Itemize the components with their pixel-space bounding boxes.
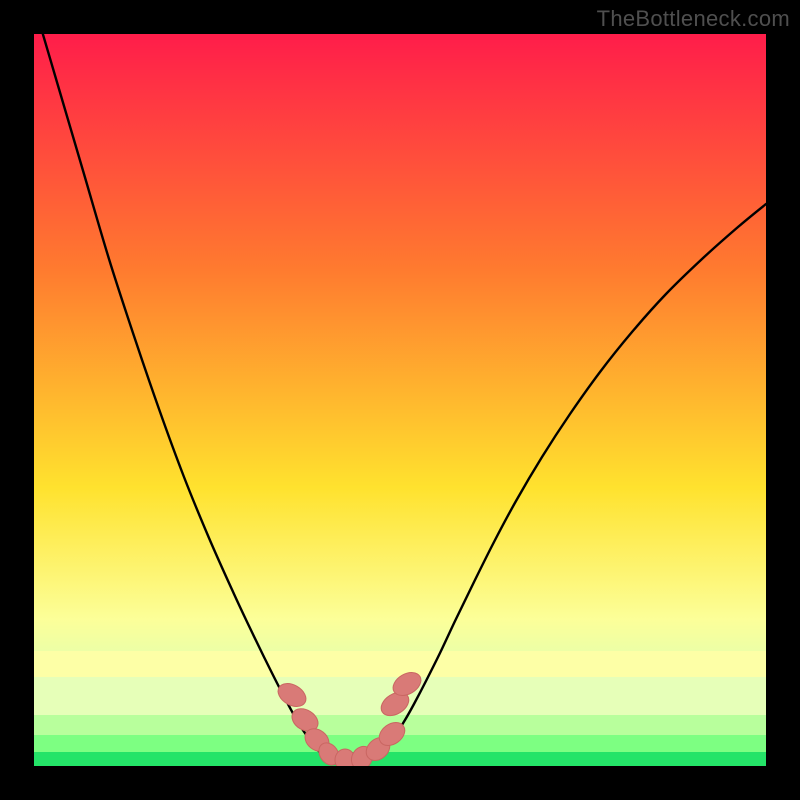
chart-frame: TheBottleneck.com xyxy=(0,0,800,800)
yellow-highlight-band xyxy=(34,651,766,677)
bottleneck-chart xyxy=(34,34,766,766)
plot-area xyxy=(34,34,766,766)
green-band-3 xyxy=(34,752,766,766)
watermark-text: TheBottleneck.com xyxy=(597,6,790,32)
